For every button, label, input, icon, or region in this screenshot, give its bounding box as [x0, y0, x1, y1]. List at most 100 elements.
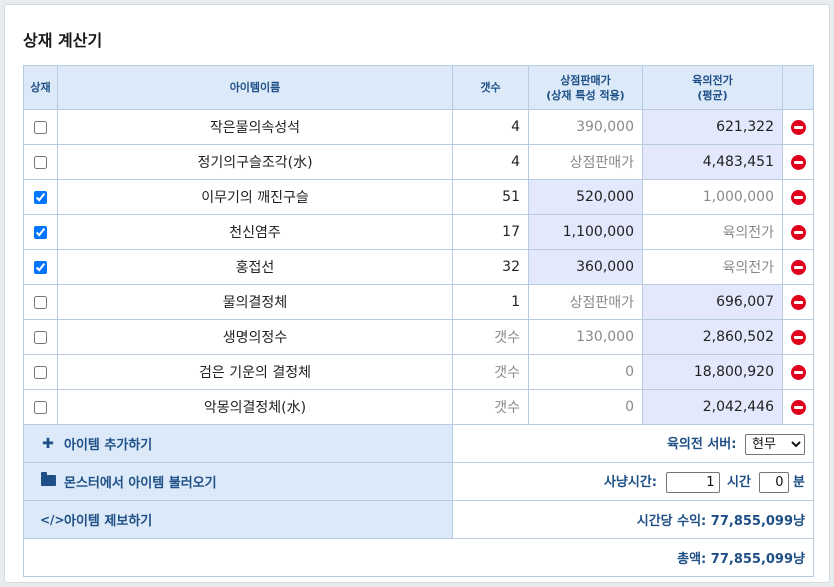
table-row: 이무기의 깨진구슬 51 520,000 1,000,000 — [23, 179, 814, 215]
delete-icon — [790, 189, 806, 205]
table-row: 홍접선 32 360,000 육의전가 — [23, 249, 814, 285]
folder-open-icon — [40, 471, 56, 490]
report-item-button[interactable]: </> 아이템 제보하기 — [32, 510, 152, 530]
item-name-cell[interactable]: 생명의정수 — [57, 319, 453, 355]
table-row: 악몽의결정체(水) 갯수 0 2,042,446 — [23, 389, 814, 425]
unit-price-input[interactable]: 18,800,920 — [642, 354, 783, 390]
delete-icon — [790, 154, 806, 170]
row-checkbox[interactable] — [34, 295, 47, 309]
table-row: 천신염주 17 1,100,000 육의전가 — [23, 214, 814, 250]
unit-price-input[interactable]: 4,483,451 — [642, 144, 783, 180]
item-count-input[interactable]: 갯수 — [452, 389, 529, 425]
delete-row-button[interactable] — [782, 389, 814, 425]
item-name-cell[interactable]: 악몽의결정체(水) — [57, 389, 453, 425]
col-header-delete — [782, 65, 814, 110]
code-icon: </> — [40, 512, 65, 527]
col-header-unit-price: 육의전가 (평균) — [642, 65, 783, 110]
report-item-cell: </> 아이템 제보하기 — [23, 500, 453, 539]
col-header-shop-price-sub: (상재 특성 적용) — [546, 88, 625, 102]
row-checkbox[interactable] — [34, 260, 47, 274]
item-count-input[interactable]: 갯수 — [452, 319, 529, 355]
add-item-button[interactable]: ✚ 아이템 추가하기 — [32, 434, 153, 454]
col-header-unit-price-title: 육의전가 — [692, 73, 733, 87]
shop-price-input[interactable]: 상점판매가 — [528, 284, 643, 320]
shop-price-input[interactable]: 0 — [528, 354, 643, 390]
row-checkbox[interactable] — [34, 120, 47, 134]
shop-price-input[interactable]: 0 — [528, 389, 643, 425]
row-checkbox-cell — [23, 389, 58, 425]
row-checkbox[interactable] — [34, 225, 47, 239]
item-name-cell[interactable]: 천신염주 — [57, 214, 453, 250]
item-name-cell[interactable]: 검은 기운의 결정체 — [57, 354, 453, 390]
row-checkbox-cell — [23, 144, 58, 180]
item-name-cell[interactable]: 홍접선 — [57, 249, 453, 285]
row-checkbox-cell — [23, 319, 58, 355]
action-row-add: ✚ 아이템 추가하기 육의전 서버: 현무 — [23, 424, 814, 463]
hunt-hours-input[interactable] — [665, 471, 720, 493]
delete-row-button[interactable] — [782, 354, 814, 390]
row-checkbox[interactable] — [34, 155, 47, 169]
delete-row-button[interactable] — [782, 214, 814, 250]
item-name-cell[interactable]: 정기의구슬조각(水) — [57, 144, 453, 180]
unit-price-input[interactable]: 육의전가 — [642, 214, 783, 250]
hunt-time-cell: 사냥시간: 시간 분 — [452, 462, 814, 501]
item-count-input[interactable]: 32 — [452, 249, 529, 285]
item-table: 상재 아이템이름 갯수 상점판매가 (상재 특성 적용) 육의전가 (평균) 작… — [23, 65, 814, 577]
delete-icon — [790, 364, 806, 380]
unit-price-input[interactable]: 1,000,000 — [642, 179, 783, 215]
server-cell: 육의전 서버: 현무 — [452, 424, 814, 463]
row-checkbox-cell — [23, 179, 58, 215]
delete-icon — [790, 294, 806, 310]
delete-icon — [790, 224, 806, 240]
col-header-name: 아이템이름 — [57, 65, 453, 110]
delete-row-button[interactable] — [782, 319, 814, 355]
shop-price-input[interactable]: 520,000 — [528, 179, 643, 215]
table-row: 검은 기운의 결정체 갯수 0 18,800,920 — [23, 354, 814, 390]
item-count-input[interactable]: 1 — [452, 284, 529, 320]
col-header-shop-price-title: 상점판매가 — [560, 73, 611, 87]
delete-icon — [790, 329, 806, 345]
load-monster-button[interactable]: 몬스터에서 아이템 불러오기 — [32, 471, 217, 491]
unit-price-input[interactable]: 2,860,502 — [642, 319, 783, 355]
total-row: 총액: 77,855,099냥 — [23, 538, 814, 577]
delete-icon — [790, 119, 806, 135]
row-checkbox-cell — [23, 109, 58, 145]
row-checkbox[interactable] — [34, 330, 47, 344]
shop-price-input[interactable]: 360,000 — [528, 249, 643, 285]
row-checkbox-cell — [23, 214, 58, 250]
shop-price-input[interactable]: 390,000 — [528, 109, 643, 145]
action-row-load: 몬스터에서 아이템 불러오기 사냥시간: 시간 분 — [23, 462, 814, 501]
unit-price-input[interactable]: 2,042,446 — [642, 389, 783, 425]
item-count-input[interactable]: 4 — [452, 109, 529, 145]
item-count-input[interactable]: 4 — [452, 144, 529, 180]
shop-price-input[interactable]: 1,100,000 — [528, 214, 643, 250]
item-count-input[interactable]: 51 — [452, 179, 529, 215]
server-select[interactable]: 현무 — [745, 433, 805, 455]
delete-row-button[interactable] — [782, 284, 814, 320]
server-label: 육의전 서버: — [666, 436, 737, 452]
item-name-cell[interactable]: 작은물의속성석 — [57, 109, 453, 145]
unit-price-input[interactable]: 621,322 — [642, 109, 783, 145]
delete-row-button[interactable] — [782, 144, 814, 180]
shop-price-input[interactable]: 130,000 — [528, 319, 643, 355]
table-header: 상재 아이템이름 갯수 상점판매가 (상재 특성 적용) 육의전가 (평균) — [23, 65, 814, 110]
item-count-input[interactable]: 갯수 — [452, 354, 529, 390]
hunt-minutes-input[interactable] — [758, 471, 789, 493]
row-checkbox[interactable] — [34, 190, 47, 204]
calculator-card: 상재 계산기 상재 아이템이름 갯수 상점판매가 (상재 특성 적용) 육의전가 — [4, 4, 830, 583]
delete-row-button[interactable] — [782, 109, 814, 145]
add-item-label: 아이템 추가하기 — [64, 438, 153, 453]
add-item-cell: ✚ 아이템 추가하기 — [23, 424, 453, 463]
item-count-input[interactable]: 17 — [452, 214, 529, 250]
delete-row-button[interactable] — [782, 249, 814, 285]
item-name-cell[interactable]: 물의결정체 — [57, 284, 453, 320]
unit-price-input[interactable]: 696,007 — [642, 284, 783, 320]
hourly-income: 시간당 수익: 77,855,099냥 — [452, 500, 814, 539]
item-name-cell[interactable]: 이무기의 깨진구슬 — [57, 179, 453, 215]
unit-price-input[interactable]: 육의전가 — [642, 249, 783, 285]
row-checkbox[interactable] — [34, 400, 47, 414]
row-checkbox[interactable] — [34, 365, 47, 379]
delete-row-button[interactable] — [782, 179, 814, 215]
shop-price-input[interactable]: 상점판매가 — [528, 144, 643, 180]
action-row-report: </> 아이템 제보하기 시간당 수익: 77,855,099냥 — [23, 500, 814, 539]
